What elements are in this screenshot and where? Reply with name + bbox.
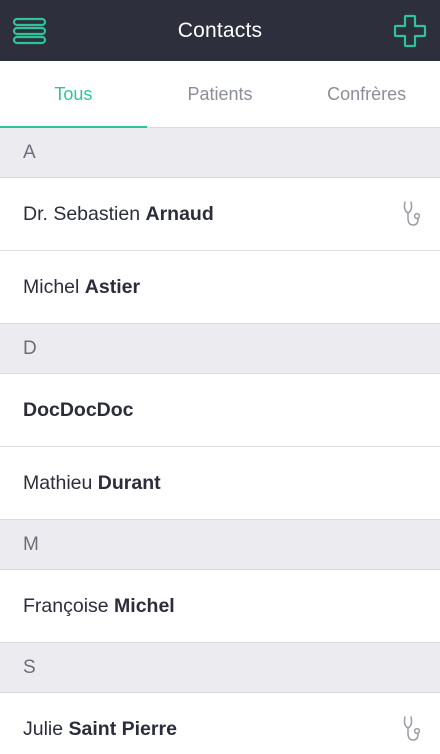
tab-patients[interactable]: Patients — [147, 61, 294, 127]
contact-list: A Dr. Sebastien Arnaud Michel Astier D D… — [0, 128, 440, 754]
contact-row[interactable]: Michel Astier — [0, 251, 440, 324]
contact-last-name: Saint Pierre — [68, 717, 177, 740]
page-title: Contacts — [177, 19, 263, 42]
filter-tabs: Tous Patients Confrères — [0, 61, 440, 128]
contact-first-name: Françoise — [23, 594, 109, 617]
contact-last-name: Astier — [84, 275, 141, 298]
contact-last-name: DocDocDoc — [23, 398, 134, 421]
contact-row[interactable]: Mathieu Durant — [0, 447, 440, 520]
contact-first-name: Mathieu — [23, 471, 93, 494]
contact-row[interactable]: Julie Saint Pierre — [0, 693, 440, 754]
contacts-screen: Contacts Tous Patients Confrères A Dr. S… — [0, 0, 440, 754]
stethoscope-icon — [403, 716, 420, 741]
contact-last-name: Arnaud — [145, 202, 214, 225]
contact-last-name: Durant — [97, 471, 161, 494]
contact-row[interactable]: Dr. Sebastien Arnaud — [0, 178, 440, 251]
tab-confreres[interactable]: Confrères — [293, 61, 440, 127]
section-header-s: S — [0, 643, 440, 693]
contact-row[interactable]: DocDocDoc — [0, 374, 440, 447]
tab-tous[interactable]: Tous — [0, 61, 147, 128]
contact-first-name: Dr. Sebastien — [23, 202, 141, 225]
add-contact-button[interactable] — [392, 13, 428, 49]
contact-first-name: Michel — [23, 275, 80, 298]
section-header-m: M — [0, 520, 440, 570]
top-bar: Contacts — [0, 0, 440, 61]
stethoscope-icon — [403, 201, 420, 226]
contact-last-name: Michel — [114, 594, 175, 617]
contact-first-name: Julie — [23, 717, 64, 740]
contact-row[interactable]: Françoise Michel — [0, 570, 440, 643]
plus-icon — [393, 14, 427, 48]
section-header-a: A — [0, 128, 440, 178]
section-header-d: D — [0, 324, 440, 374]
